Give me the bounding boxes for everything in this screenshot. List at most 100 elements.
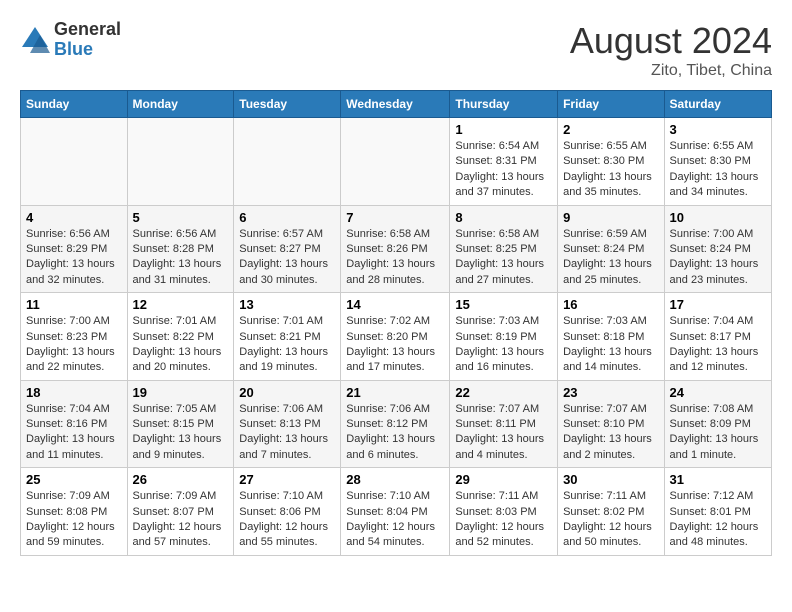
day-info: Sunrise: 6:55 AM Sunset: 8:30 PM Dayligh… [670,139,766,201]
day-info: Sunrise: 7:10 AM Sunset: 8:04 PM Dayligh… [346,489,444,551]
day-info: Sunrise: 7:08 AM Sunset: 8:09 PM Dayligh… [670,402,766,464]
calendar-body: 1 Sunrise: 6:54 AM Sunset: 8:31 PM Daylig… [21,118,772,556]
day-info: Sunrise: 7:12 AM Sunset: 8:01 PM Dayligh… [670,489,766,551]
calendar-cell [127,118,234,206]
calendar-cell: 14 Sunrise: 7:02 AM Sunset: 8:20 PM Dayli… [341,293,450,381]
day-info: Sunrise: 7:11 AM Sunset: 8:03 PM Dayligh… [455,489,552,551]
header-day: Monday [127,91,234,118]
day-info: Sunrise: 6:55 AM Sunset: 8:30 PM Dayligh… [563,139,658,201]
day-number: 17 [670,297,766,312]
day-number: 19 [133,385,229,400]
day-number: 12 [133,297,229,312]
day-info: Sunrise: 7:00 AM Sunset: 8:24 PM Dayligh… [670,227,766,289]
day-info: Sunrise: 7:07 AM Sunset: 8:11 PM Dayligh… [455,402,552,464]
day-info: Sunrise: 7:04 AM Sunset: 8:17 PM Dayligh… [670,314,766,376]
header-row: SundayMondayTuesdayWednesdayThursdayFrid… [21,91,772,118]
day-info: Sunrise: 7:06 AM Sunset: 8:13 PM Dayligh… [239,402,335,464]
calendar-cell: 22Sunrise: 7:07 AM Sunset: 8:11 PM Dayli… [450,380,558,468]
calendar-cell [341,118,450,206]
calendar-cell: 7 Sunrise: 6:58 AM Sunset: 8:26 PM Daylig… [341,205,450,293]
calendar-cell: 11 Sunrise: 7:00 AM Sunset: 8:23 PM Dayli… [21,293,128,381]
day-number: 6 [239,210,335,225]
calendar-cell: 23 Sunrise: 7:07 AM Sunset: 8:10 PM Dayli… [558,380,664,468]
month-title: August 2024 [570,20,772,62]
day-info: Sunrise: 7:03 AM Sunset: 8:18 PM Dayligh… [563,314,658,376]
calendar-cell: 4Sunrise: 6:56 AM Sunset: 8:29 PM Daylig… [21,205,128,293]
day-number: 23 [563,385,658,400]
day-number: 24 [670,385,766,400]
day-number: 15 [455,297,552,312]
day-number: 26 [133,472,229,487]
day-number: 5 [133,210,229,225]
day-info: Sunrise: 7:00 AM Sunset: 8:23 PM Dayligh… [26,314,122,376]
day-info: Sunrise: 7:02 AM Sunset: 8:20 PM Dayligh… [346,314,444,376]
day-number: 14 [346,297,444,312]
day-info: Sunrise: 6:58 AM Sunset: 8:26 PM Dayligh… [346,227,444,289]
day-info: Sunrise: 7:06 AM Sunset: 8:12 PM Dayligh… [346,402,444,464]
day-info: Sunrise: 7:04 AM Sunset: 8:16 PM Dayligh… [26,402,122,464]
day-info: Sunrise: 7:01 AM Sunset: 8:21 PM Dayligh… [239,314,335,376]
day-number: 29 [455,472,552,487]
day-number: 21 [346,385,444,400]
day-info: Sunrise: 6:56 AM Sunset: 8:28 PM Dayligh… [133,227,229,289]
day-number: 20 [239,385,335,400]
calendar-cell: 8 Sunrise: 6:58 AM Sunset: 8:25 PM Daylig… [450,205,558,293]
day-number: 1 [455,122,552,137]
day-number: 9 [563,210,658,225]
day-info: Sunrise: 7:05 AM Sunset: 8:15 PM Dayligh… [133,402,229,464]
header-day: Friday [558,91,664,118]
calendar-cell: 16Sunrise: 7:03 AM Sunset: 8:18 PM Dayli… [558,293,664,381]
day-info: Sunrise: 7:10 AM Sunset: 8:06 PM Dayligh… [239,489,335,551]
day-number: 2 [563,122,658,137]
calendar-cell [234,118,341,206]
calendar-cell: 15 Sunrise: 7:03 AM Sunset: 8:19 PM Dayli… [450,293,558,381]
day-number: 3 [670,122,766,137]
calendar-cell: 6 Sunrise: 6:57 AM Sunset: 8:27 PM Daylig… [234,205,341,293]
calendar-cell: 13Sunrise: 7:01 AM Sunset: 8:21 PM Dayli… [234,293,341,381]
day-number: 10 [670,210,766,225]
day-number: 18 [26,385,122,400]
calendar-cell: 10 Sunrise: 7:00 AM Sunset: 8:24 PM Dayli… [664,205,771,293]
header-day: Thursday [450,91,558,118]
title-block: August 2024 Zito, Tibet, China [570,20,772,80]
calendar-cell: 1 Sunrise: 6:54 AM Sunset: 8:31 PM Daylig… [450,118,558,206]
calendar-week-row: 25Sunrise: 7:09 AM Sunset: 8:08 PM Dayli… [21,468,772,556]
day-info: Sunrise: 7:09 AM Sunset: 8:08 PM Dayligh… [26,489,122,551]
calendar-cell: 9Sunrise: 6:59 AM Sunset: 8:24 PM Daylig… [558,205,664,293]
day-info: Sunrise: 6:54 AM Sunset: 8:31 PM Dayligh… [455,139,552,201]
day-info: Sunrise: 7:07 AM Sunset: 8:10 PM Dayligh… [563,402,658,464]
header-day: Sunday [21,91,128,118]
calendar-cell: 28 Sunrise: 7:10 AM Sunset: 8:04 PM Dayli… [341,468,450,556]
location-subtitle: Zito, Tibet, China [570,62,772,80]
calendar-table: SundayMondayTuesdayWednesdayThursdayFrid… [20,90,772,556]
day-info: Sunrise: 7:11 AM Sunset: 8:02 PM Dayligh… [563,489,658,551]
day-info: Sunrise: 6:57 AM Sunset: 8:27 PM Dayligh… [239,227,335,289]
calendar-cell: 29 Sunrise: 7:11 AM Sunset: 8:03 PM Dayli… [450,468,558,556]
calendar-cell: 21 Sunrise: 7:06 AM Sunset: 8:12 PM Dayli… [341,380,450,468]
page-header: General Blue August 2024 Zito, Tibet, Ch… [20,20,772,80]
calendar-week-row: 18 Sunrise: 7:04 AM Sunset: 8:16 PM Dayli… [21,380,772,468]
calendar-cell: 30Sunrise: 7:11 AM Sunset: 8:02 PM Dayli… [558,468,664,556]
day-number: 27 [239,472,335,487]
day-number: 11 [26,297,122,312]
calendar-cell: 17 Sunrise: 7:04 AM Sunset: 8:17 PM Dayli… [664,293,771,381]
header-day: Tuesday [234,91,341,118]
calendar-cell: 27 Sunrise: 7:10 AM Sunset: 8:06 PM Dayli… [234,468,341,556]
day-info: Sunrise: 7:03 AM Sunset: 8:19 PM Dayligh… [455,314,552,376]
calendar-week-row: 1 Sunrise: 6:54 AM Sunset: 8:31 PM Daylig… [21,118,772,206]
header-day: Wednesday [341,91,450,118]
calendar-cell: 19 Sunrise: 7:05 AM Sunset: 8:15 PM Dayli… [127,380,234,468]
day-number: 7 [346,210,444,225]
header-day: Saturday [664,91,771,118]
calendar-cell: 25Sunrise: 7:09 AM Sunset: 8:08 PM Dayli… [21,468,128,556]
calendar-cell: 12Sunrise: 7:01 AM Sunset: 8:22 PM Dayli… [127,293,234,381]
day-number: 8 [455,210,552,225]
day-info: Sunrise: 6:58 AM Sunset: 8:25 PM Dayligh… [455,227,552,289]
logo-text: General Blue [54,20,121,60]
calendar-cell: 18 Sunrise: 7:04 AM Sunset: 8:16 PM Dayli… [21,380,128,468]
calendar-cell: 2 Sunrise: 6:55 AM Sunset: 8:30 PM Daylig… [558,118,664,206]
calendar-header: SundayMondayTuesdayWednesdayThursdayFrid… [21,91,772,118]
logo-blue: Blue [54,40,121,60]
day-info: Sunrise: 7:09 AM Sunset: 8:07 PM Dayligh… [133,489,229,551]
day-number: 28 [346,472,444,487]
